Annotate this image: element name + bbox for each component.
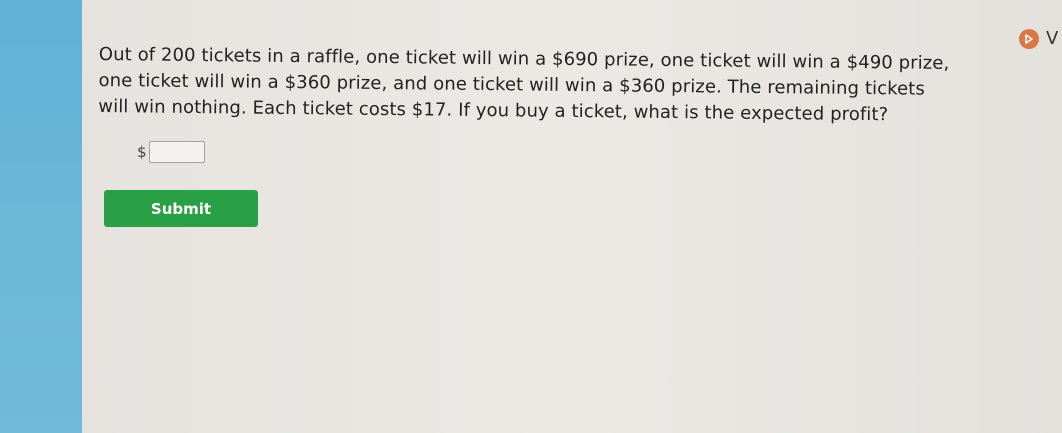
- currency-symbol: $: [137, 143, 147, 161]
- play-icon[interactable]: [1019, 29, 1039, 49]
- question-text: Out of 200 tickets in a raffle, one tick…: [98, 42, 999, 129]
- video-label[interactable]: V: [1046, 28, 1058, 49]
- play-triangle-icon: [1025, 34, 1033, 44]
- answer-row: $: [137, 141, 205, 163]
- left-sidebar-strip: [0, 0, 82, 433]
- answer-input[interactable]: [148, 141, 205, 163]
- submit-button[interactable]: Submit: [104, 190, 258, 227]
